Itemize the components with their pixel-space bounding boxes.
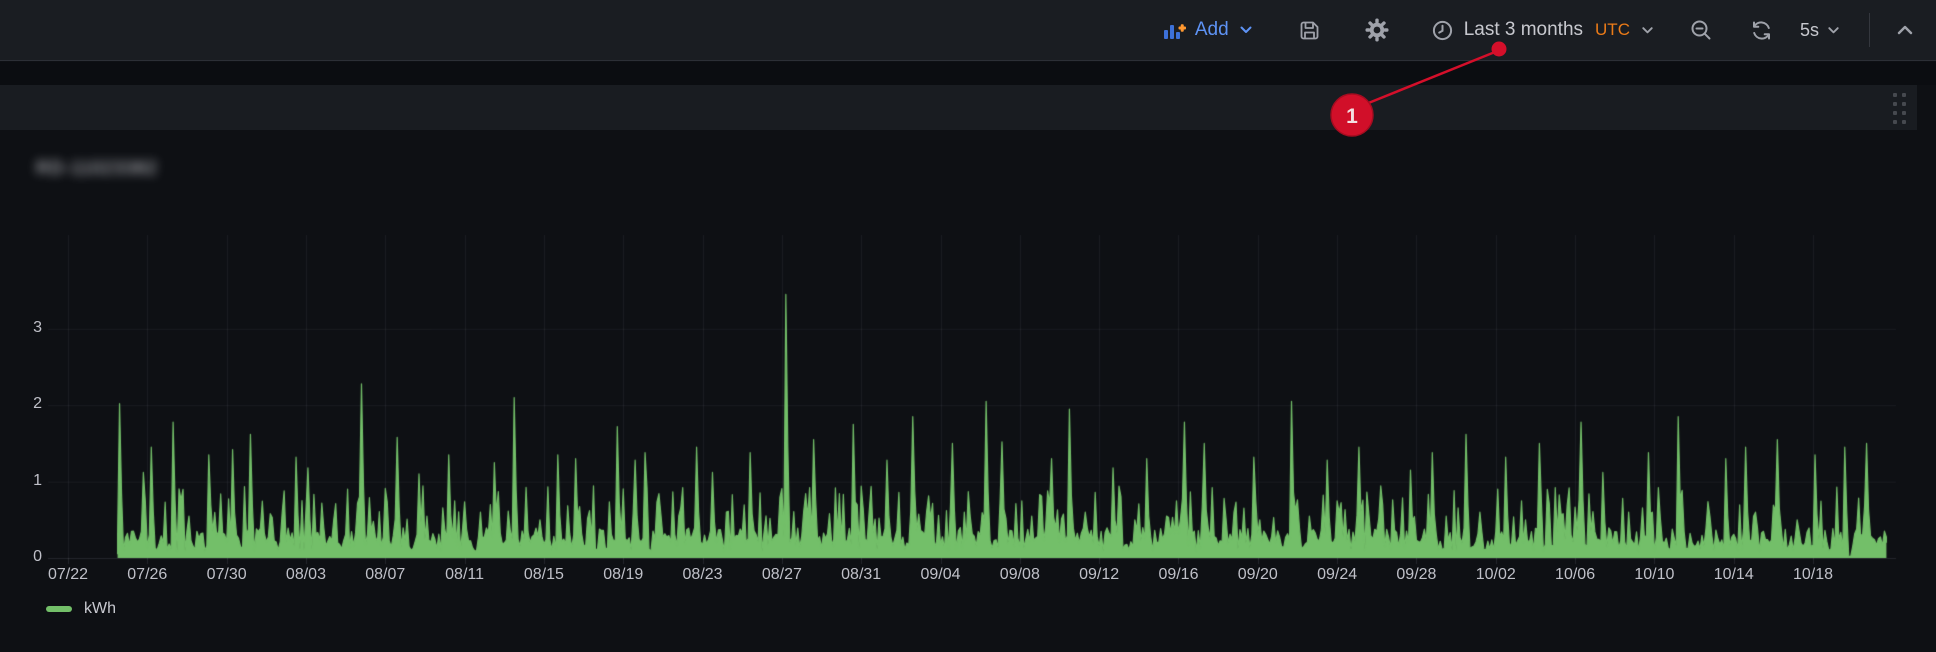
y-axis-tick: 1 [10,472,42,490]
add-button-label: Add [1195,19,1229,41]
add-button[interactable]: Add [1162,19,1254,41]
legend-swatch [46,606,72,612]
bar-chart-plus-icon [1162,19,1186,41]
time-range-label: Last 3 months [1464,19,1583,41]
x-axis-tick: 09/04 [901,566,981,584]
zoom-out-icon [1689,18,1713,42]
x-axis-tick: 08/15 [504,566,584,584]
x-axis-tick: 07/30 [187,566,267,584]
page-gap-strip [0,62,1936,85]
x-axis-tick: 09/08 [980,566,1060,584]
x-axis-tick: 07/26 [107,566,187,584]
timezone-label: UTC [1595,20,1630,40]
x-axis-tick: 10/18 [1773,566,1853,584]
zoom-out-time-button[interactable] [1689,18,1713,42]
x-axis-tick: 08/11 [425,566,505,584]
chevron-down-icon [1640,23,1655,38]
time-range-picker[interactable]: Last 3 months UTC [1431,19,1655,42]
toolbar-divider [1869,13,1870,47]
x-axis-tick: 09/20 [1218,566,1298,584]
y-axis-tick: 0 [10,548,42,566]
legend-item-kwh[interactable]: kWh [46,600,116,618]
refresh-interval-value: 5s [1800,20,1819,41]
x-axis-tick: 08/23 [663,566,743,584]
x-axis-tick: 09/12 [1059,566,1139,584]
dashboard-settings-button[interactable] [1365,18,1389,42]
x-axis-tick: 10/14 [1694,566,1774,584]
x-axis-tick: 09/24 [1297,566,1377,584]
refresh-button[interactable] [1749,18,1774,43]
save-icon [1298,19,1321,42]
y-axis-tick: 3 [10,319,42,337]
chevron-down-icon [1238,22,1254,38]
timeseries-panel: RD-11023382 012307/2207/2607/3008/0308/0… [0,130,1917,652]
x-axis-tick: 10/06 [1535,566,1615,584]
x-axis-tick: 08/07 [345,566,425,584]
y-axis-tick: 2 [10,395,42,413]
clock-icon [1431,19,1454,42]
x-axis-tick: 10/10 [1614,566,1694,584]
save-dashboard-button[interactable] [1298,19,1321,42]
x-axis-tick: 08/19 [583,566,663,584]
gear-icon [1365,18,1389,42]
refresh-icon [1749,18,1774,43]
collapse-toolbar-button[interactable] [1894,19,1916,41]
x-axis-tick: 07/22 [28,566,108,584]
refresh-interval-dropdown[interactable]: 5s [1800,20,1841,41]
x-axis-tick: 08/31 [821,566,901,584]
chevron-up-icon [1894,19,1916,41]
legend-label: kWh [84,600,116,618]
panel-drag-handle[interactable] [1893,93,1907,125]
x-axis-tick: 09/28 [1376,566,1456,584]
x-axis-tick: 08/03 [266,566,346,584]
dashboard-row [0,85,1917,130]
chevron-down-icon [1826,23,1841,38]
x-axis-tick: 10/02 [1456,566,1536,584]
x-axis-tick: 08/27 [742,566,822,584]
x-axis-tick: 09/16 [1138,566,1218,584]
dashboard-toolbar: Add [0,0,1936,61]
